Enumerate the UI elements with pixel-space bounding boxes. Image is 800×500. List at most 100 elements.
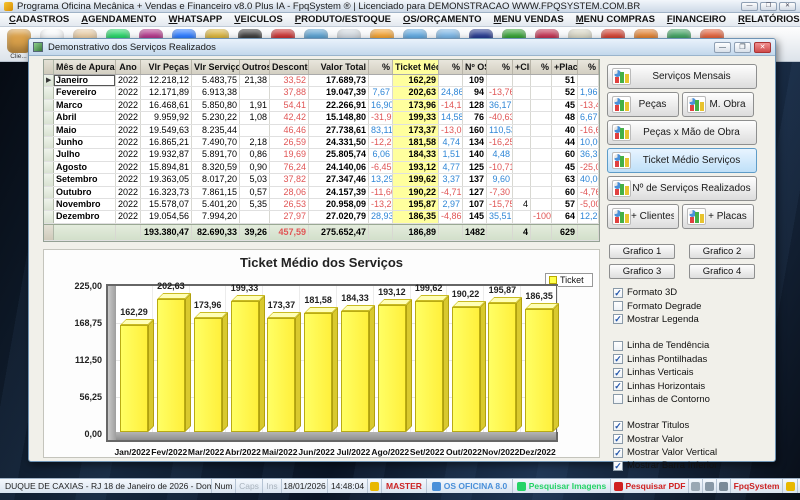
btn-ticket-m-dio-servi-os[interactable]: Ticket Médio Serviços: [607, 148, 757, 173]
status-printer-icon[interactable]: [703, 479, 717, 493]
table-row[interactable]: Dezembro202219.054,567.994,2027,9727.020…: [44, 211, 599, 223]
table-row[interactable]: Outubro202216.323,737.861,150,5728,0624.…: [44, 187, 599, 199]
column-header[interactable]: Mês de Apuração: [54, 60, 116, 74]
bar-abr-2022[interactable]: [231, 301, 259, 432]
totals-cell: 82.690,33: [192, 225, 240, 240]
column-header[interactable]: +Cli: [513, 60, 531, 74]
checkbox-box[interactable]: ✓: [613, 381, 623, 391]
menu-financeiro[interactable]: FINANCEIRO: [661, 14, 732, 25]
bar-set-2022[interactable]: [415, 301, 443, 432]
table-row[interactable]: Agosto202215.894,818.320,590,9076,2424.1…: [44, 162, 599, 174]
table-row[interactable]: ▶Janeiro202212.218,125.483,7521,3833,521…: [44, 75, 599, 87]
checkbox-linhas-verticais[interactable]: ✓Linhas Verticais: [613, 366, 763, 379]
checkbox-linhas-horizontais[interactable]: ✓Linhas Horizontais: [613, 379, 763, 392]
menu-menu-vendas[interactable]: MENU VENDAS: [488, 14, 570, 25]
status-display-icon[interactable]: [717, 479, 731, 493]
checkbox-linhas-de-contorno[interactable]: Linhas de Contorno: [613, 393, 763, 406]
menu-relat-rios[interactable]: RELATÓRIOS: [732, 14, 800, 25]
minimize-button[interactable]: —: [741, 2, 758, 11]
status-lock-icon[interactable]: [368, 479, 382, 493]
status-share-icon[interactable]: [689, 479, 703, 493]
checkbox-box[interactable]: [613, 301, 623, 311]
column-header[interactable]: Vlr Serviço: [192, 60, 240, 74]
bar-out-2022[interactable]: [452, 307, 480, 432]
table-row[interactable]: Setembro202219.363,058.017,205,0337,8227…: [44, 174, 599, 186]
bar-fev-2022[interactable]: [157, 299, 185, 432]
checkbox-linhas-pontilhadas[interactable]: ✓Linhas Pontilhadas: [613, 353, 763, 366]
column-header[interactable]: Nº OS: [463, 60, 487, 74]
checkbox-formato-3d[interactable]: ✓Formato 3D: [613, 286, 763, 299]
checkbox-box[interactable]: [613, 394, 623, 404]
btn-m-obra[interactable]: M. Obra: [682, 92, 754, 117]
checkbox-mostrar-valor[interactable]: ✓Mostrar Valor: [613, 433, 763, 446]
checkbox-mostrar-titulos[interactable]: ✓Mostrar Titulos: [613, 419, 763, 432]
table-row[interactable]: Julho202219.932,875.891,700,8619,6925.80…: [44, 149, 599, 161]
checkbox-box[interactable]: ✓: [613, 421, 623, 431]
checkbox-box[interactable]: ✓: [613, 448, 623, 458]
child-titlebar[interactable]: Demonstrativo dos Serviços Realizados — …: [29, 39, 775, 56]
child-close-button[interactable]: ✕: [754, 42, 771, 53]
table-row[interactable]: Novembro202215.578,075.401,205,3526,5320…: [44, 199, 599, 211]
checkbox-mostrar-valor-vertical[interactable]: ✓Mostrar Valor Vertical: [613, 446, 763, 459]
child-minimize-button[interactable]: —: [714, 42, 731, 53]
checkbox-mostrar-legenda[interactable]: ✓Mostrar Legenda: [613, 313, 763, 326]
bar-ago-2022[interactable]: [378, 305, 406, 432]
bar-dez-2022[interactable]: [525, 309, 553, 432]
menu-menu-compras[interactable]: MENU COMPRAS: [570, 14, 661, 25]
btn-grafico-2[interactable]: Grafico 2: [689, 244, 755, 259]
checkbox-box[interactable]: ✓: [613, 354, 623, 364]
checkbox-linha-de-tend-ncia[interactable]: Linha de Tendência: [613, 339, 763, 352]
btn-pe-as-x-m-o-de-obra[interactable]: Peças x Mão de Obra: [607, 120, 757, 145]
table-cell: -13,76: [487, 87, 513, 98]
checkbox-box[interactable]: ✓: [613, 288, 623, 298]
table-row[interactable]: Marco202216.468,615.850,801,9154,4122.26…: [44, 100, 599, 112]
btn-pe-as[interactable]: Peças: [607, 92, 679, 117]
column-header[interactable]: %: [531, 60, 552, 74]
menu-os-or-amento[interactable]: OS/ORÇAMENTO: [397, 14, 487, 25]
btn-servi-os-mensais[interactable]: Serviços Mensais: [607, 64, 757, 89]
column-header[interactable]: %: [578, 60, 599, 74]
table-row[interactable]: Abril20229.959,925.230,221,0842,4215.148…: [44, 112, 599, 124]
checkbox-box[interactable]: ✓: [613, 314, 623, 324]
btn-clientes[interactable]: + Clientes: [607, 204, 679, 229]
bar-mar-2022[interactable]: [194, 318, 222, 432]
bar-jan-2022[interactable]: [120, 325, 148, 432]
bar-jun-2022[interactable]: [304, 313, 332, 432]
btn-placas[interactable]: + Placas: [682, 204, 754, 229]
column-header[interactable]: +Placa: [552, 60, 578, 74]
checkbox-box[interactable]: [613, 341, 623, 351]
bar-mai-2022[interactable]: [267, 318, 295, 432]
status-key-icon[interactable]: [783, 479, 798, 493]
menu-agendamento[interactable]: AGENDAMENTO: [75, 14, 162, 25]
checkbox-box[interactable]: ✓: [613, 434, 623, 444]
checkbox-box[interactable]: ✓: [613, 368, 623, 378]
bar-nov-2022[interactable]: [488, 303, 516, 432]
column-header[interactable]: Ano: [116, 60, 141, 74]
child-maximize-button[interactable]: ❐: [734, 42, 751, 53]
bar-jul-2022[interactable]: [341, 311, 369, 432]
btn-n-de-servi-os-realizados[interactable]: Nº de Serviços Realizados: [607, 176, 757, 201]
btn-grafico-3[interactable]: Grafico 3: [609, 264, 675, 279]
menu-cadastros[interactable]: CADASTROS: [3, 14, 75, 25]
column-header[interactable]: Ticket Médio: [393, 60, 439, 74]
menu-produto-estoque[interactable]: PRODUTO/ESTOQUE: [289, 14, 397, 25]
checkbox-formato-degrade[interactable]: Formato Degrade: [613, 299, 763, 312]
column-header[interactable]: %: [369, 60, 393, 74]
btn-grafico-1[interactable]: Grafico 1: [609, 244, 675, 259]
maximize-button[interactable]: ❐: [760, 2, 777, 11]
column-header[interactable]: Vlr Peças: [141, 60, 192, 74]
table-row[interactable]: Maio202219.549,638.235,4446,4627.738,618…: [44, 125, 599, 137]
column-header[interactable]: %: [439, 60, 463, 74]
table-row[interactable]: Fevereiro202212.171,896.913,3837,8819.04…: [44, 87, 599, 99]
menu-whatsapp[interactable]: WHATSAPP: [163, 14, 229, 25]
btn-grafico-4[interactable]: Grafico 4: [689, 264, 755, 279]
column-header[interactable]: Valor Total: [309, 60, 369, 74]
column-header[interactable]: %: [487, 60, 513, 74]
column-header[interactable]: Desconto: [270, 60, 309, 74]
column-header[interactable]: Outros: [240, 60, 270, 74]
table-row[interactable]: Junho202216.865,217.490,702,1826,5924.33…: [44, 137, 599, 149]
checkbox-mostrar-barra-inferior[interactable]: ✓Mostrar Barra Inferior: [613, 459, 763, 472]
menu-veiculos[interactable]: VEICULOS: [228, 14, 289, 25]
checkbox-box[interactable]: ✓: [613, 461, 623, 471]
close-button[interactable]: ✕: [779, 2, 796, 11]
